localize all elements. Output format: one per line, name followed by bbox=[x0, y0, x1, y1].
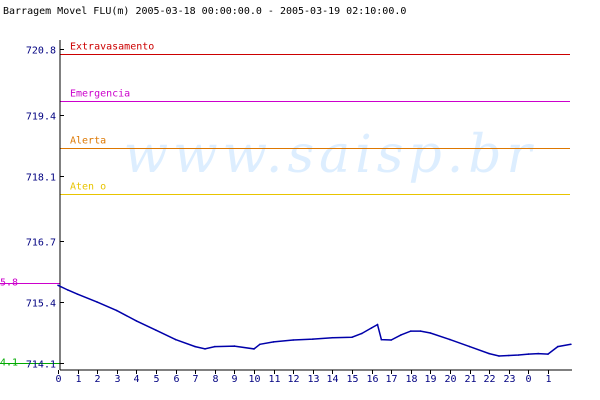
level-label-2: Alerta bbox=[70, 136, 106, 147]
x-tick-label-8: 8 bbox=[212, 374, 218, 385]
data-point bbox=[488, 352, 491, 355]
watermark: www.saisp.br bbox=[124, 125, 537, 185]
data-point bbox=[135, 320, 138, 322]
y-tick-label-1: 719.4 bbox=[26, 112, 56, 123]
data-point bbox=[419, 330, 422, 332]
data-point bbox=[253, 348, 255, 350]
x-tick-label-19: 19 bbox=[424, 374, 436, 385]
data-point bbox=[67, 289, 69, 291]
x-tick-label-11: 11 bbox=[268, 374, 280, 385]
chart: Barragem Movel FLU(m) 2005-03-18 00:00:0… bbox=[0, 6, 572, 385]
x-tick-label-23: 23 bbox=[503, 374, 515, 385]
data-point bbox=[312, 338, 314, 340]
data-point bbox=[155, 329, 157, 332]
data-point bbox=[259, 343, 261, 346]
data-point bbox=[272, 341, 275, 343]
data-point bbox=[570, 343, 572, 346]
data-point bbox=[370, 327, 373, 329]
data-point bbox=[557, 345, 559, 348]
x-tick-label-5: 5 bbox=[153, 374, 159, 385]
chart-title: Barragem Movel FLU(m) 2005-03-18 00:00:0… bbox=[3, 6, 406, 17]
data-point bbox=[390, 339, 393, 341]
y-tick-label-0: 720.8 bbox=[26, 46, 56, 57]
data-point bbox=[57, 284, 59, 287]
x-tick-label-16: 16 bbox=[366, 374, 378, 385]
data-point bbox=[498, 355, 500, 357]
level-label-0: Extravasamento bbox=[70, 42, 154, 53]
data-point bbox=[96, 301, 98, 303]
data-point bbox=[410, 330, 412, 332]
x-tick-label-22: 22 bbox=[483, 374, 495, 385]
data-point bbox=[376, 323, 379, 326]
y-tick-label-5: 714.1 bbox=[26, 360, 56, 371]
y-axis-ticks: 720.8 719.4 718.1 716.7 715.4 714.1 bbox=[26, 46, 64, 371]
x-tick-label-21: 21 bbox=[464, 374, 476, 385]
data-point bbox=[400, 334, 402, 336]
data-point bbox=[204, 348, 206, 350]
x-tick-label-15: 15 bbox=[346, 374, 358, 385]
data-point bbox=[527, 353, 530, 355]
level-label-1: Emergencia bbox=[70, 89, 130, 100]
y-tick-label-3: 716.7 bbox=[26, 238, 56, 249]
x-tick-label-18: 18 bbox=[405, 374, 417, 385]
x-tick-label-2: 2 bbox=[94, 374, 100, 385]
marker-label-1: 4.1 bbox=[0, 358, 18, 369]
x-tick-label-7: 7 bbox=[192, 374, 198, 385]
data-point bbox=[233, 345, 236, 347]
data-point bbox=[174, 338, 177, 341]
series-layer bbox=[57, 284, 572, 357]
level-label-3: Aten o bbox=[70, 182, 106, 193]
y-tick-label-2: 718.1 bbox=[26, 173, 56, 184]
y-tick-label-4: 715.4 bbox=[26, 299, 56, 310]
x-tick-label-4: 4 bbox=[133, 374, 139, 385]
data-point bbox=[292, 339, 295, 341]
x-tick-label-13: 13 bbox=[307, 374, 319, 385]
value-markers: 5.8 4.1 bbox=[0, 278, 60, 369]
data-point bbox=[547, 353, 549, 355]
x-tick-label-25: 1 bbox=[545, 374, 551, 385]
marker-label-0: 5.8 bbox=[0, 278, 18, 289]
data-point bbox=[468, 345, 471, 348]
data-point bbox=[361, 332, 363, 335]
x-tick-label-3: 3 bbox=[114, 374, 120, 385]
x-tick-label-10: 10 bbox=[248, 374, 260, 385]
x-axis-ticks: 0 1 2 3 4 5 6 7 8 9 10 11 12 13 14 15 16 17 18 19 20 21 22 23 0 1 bbox=[55, 370, 552, 385]
series-line-0 bbox=[57, 284, 572, 357]
x-tick-label-20: 20 bbox=[444, 374, 456, 385]
x-tick-label-9: 9 bbox=[231, 374, 237, 385]
data-point bbox=[517, 354, 520, 356]
x-tick-label-12: 12 bbox=[287, 374, 299, 385]
x-tick-label-14: 14 bbox=[326, 374, 338, 385]
data-point bbox=[380, 338, 383, 341]
data-point bbox=[537, 352, 539, 355]
data-point bbox=[331, 336, 334, 339]
data-point bbox=[508, 354, 510, 357]
data-point bbox=[214, 345, 216, 348]
data-point bbox=[449, 338, 451, 341]
x-tick-label-6: 6 bbox=[173, 374, 179, 385]
x-tick-label-24: 0 bbox=[525, 374, 531, 385]
data-point bbox=[76, 293, 79, 296]
data-point bbox=[116, 309, 118, 312]
data-point bbox=[194, 345, 196, 348]
x-tick-label-1: 1 bbox=[75, 374, 81, 385]
x-tick-label-0: 0 bbox=[55, 374, 61, 385]
data-point bbox=[429, 332, 432, 334]
data-point bbox=[351, 336, 353, 339]
x-tick-label-17: 17 bbox=[385, 374, 397, 385]
